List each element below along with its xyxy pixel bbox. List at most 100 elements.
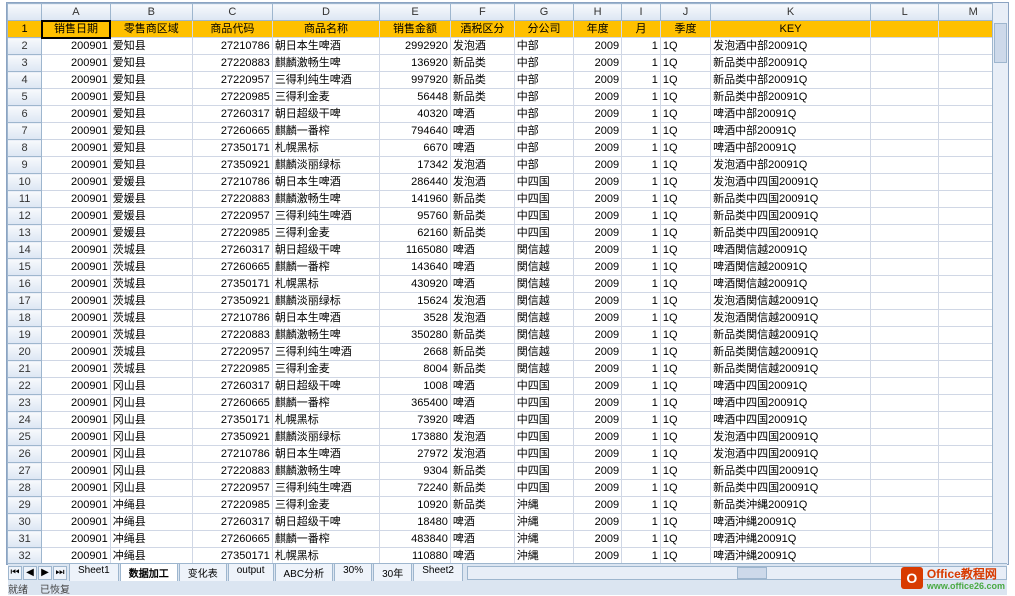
cell[interactable]: 冈山县 [110, 412, 192, 429]
cell[interactable]: 中部 [514, 55, 573, 72]
cell[interactable]: 朝日超级干啤 [272, 106, 379, 123]
cell[interactable]: 发泡酒中四国20091Q [711, 446, 871, 463]
sheet-tab[interactable]: 变化表 [179, 564, 227, 582]
col-header-J[interactable]: J [660, 4, 710, 21]
cell[interactable]: 麒麟一番榨 [272, 123, 379, 140]
cell[interactable] [870, 327, 938, 344]
cell[interactable]: 麒麟激畅生啤 [272, 55, 379, 72]
cell[interactable]: 1Q [660, 361, 710, 378]
header-cell-G[interactable]: 分公司 [514, 21, 573, 38]
cell[interactable]: 27210786 [192, 174, 272, 191]
cell[interactable]: 三得利纯生啤酒 [272, 480, 379, 497]
cell[interactable]: 27260317 [192, 106, 272, 123]
cell[interactable]: 中四国 [514, 395, 573, 412]
cell[interactable]: 27220883 [192, 463, 272, 480]
cell[interactable] [870, 140, 938, 157]
cell[interactable]: 新品类 [450, 344, 514, 361]
cell[interactable]: 27260665 [192, 123, 272, 140]
cell[interactable]: 56448 [380, 89, 451, 106]
row-header[interactable]: 8 [8, 140, 42, 157]
cell[interactable]: 茨城县 [110, 344, 192, 361]
cell[interactable]: 15624 [380, 293, 451, 310]
cell[interactable]: 27350171 [192, 276, 272, 293]
cell[interactable]: 茨城县 [110, 310, 192, 327]
header-cell-C[interactable]: 商品代码 [192, 21, 272, 38]
cell[interactable]: 1Q [660, 106, 710, 123]
cell[interactable]: 関信越 [514, 361, 573, 378]
cell[interactable]: 啤酒 [450, 259, 514, 276]
cell[interactable]: 三得利纯生啤酒 [272, 208, 379, 225]
cell[interactable]: 中四国 [514, 378, 573, 395]
cell[interactable]: 200901 [42, 242, 110, 259]
cell[interactable]: 发泡酒 [450, 174, 514, 191]
cell[interactable]: 中四国 [514, 446, 573, 463]
header-cell-A[interactable]: 销售日期 [42, 21, 110, 38]
cell[interactable]: 札幌黑标 [272, 548, 379, 565]
cell[interactable]: 141960 [380, 191, 451, 208]
cell[interactable]: 三得利纯生啤酒 [272, 344, 379, 361]
cell[interactable]: 200901 [42, 463, 110, 480]
cell[interactable]: 1Q [660, 395, 710, 412]
cell[interactable]: 1 [622, 123, 661, 140]
row-header[interactable]: 28 [8, 480, 42, 497]
cell[interactable]: 新品类中四国20091Q [711, 463, 871, 480]
cell[interactable]: 发泡酒中四国20091Q [711, 174, 871, 191]
cell[interactable]: 茨城县 [110, 361, 192, 378]
cell[interactable]: 200901 [42, 191, 110, 208]
col-header-G[interactable]: G [514, 4, 573, 21]
cell[interactable]: 350280 [380, 327, 451, 344]
cell[interactable]: 2992920 [380, 38, 451, 55]
cell[interactable]: 27350921 [192, 157, 272, 174]
cell[interactable] [870, 293, 938, 310]
cell[interactable]: 2009 [574, 344, 622, 361]
cell[interactable]: 200901 [42, 55, 110, 72]
cell[interactable]: 200901 [42, 140, 110, 157]
cell[interactable]: 200901 [42, 310, 110, 327]
cell[interactable]: 1Q [660, 429, 710, 446]
cell[interactable]: 1Q [660, 191, 710, 208]
cell[interactable]: 200901 [42, 480, 110, 497]
cell[interactable]: 中部 [514, 89, 573, 106]
row-header[interactable]: 7 [8, 123, 42, 140]
cell[interactable]: 啤酒中部20091Q [711, 123, 871, 140]
cell[interactable]: 2009 [574, 497, 622, 514]
cell[interactable]: 沖縄 [514, 531, 573, 548]
cell[interactable]: 27220957 [192, 72, 272, 89]
cell[interactable]: 2668 [380, 344, 451, 361]
cell[interactable] [870, 463, 938, 480]
col-header-C[interactable]: C [192, 4, 272, 21]
cell[interactable]: 中部 [514, 123, 573, 140]
cell[interactable]: 茨城县 [110, 327, 192, 344]
cell[interactable]: 794640 [380, 123, 451, 140]
cell[interactable]: 10920 [380, 497, 451, 514]
cell[interactable]: 200901 [42, 327, 110, 344]
row-header[interactable]: 24 [8, 412, 42, 429]
cell[interactable]: 2009 [574, 89, 622, 106]
cell[interactable] [870, 548, 938, 565]
cell[interactable]: 爱知县 [110, 123, 192, 140]
cell[interactable]: 1 [622, 497, 661, 514]
row-header[interactable]: 1 [8, 21, 42, 38]
cell[interactable]: 新品类 [450, 480, 514, 497]
vertical-scrollbar[interactable] [992, 3, 1008, 564]
cell[interactable]: 发泡酒 [450, 310, 514, 327]
cell[interactable]: 2009 [574, 293, 622, 310]
cell[interactable]: 2009 [574, 55, 622, 72]
header-cell-H[interactable]: 年度 [574, 21, 622, 38]
cell[interactable]: 冈山县 [110, 463, 192, 480]
cell[interactable] [870, 89, 938, 106]
header-cell-E[interactable]: 销售金额 [380, 21, 451, 38]
cell[interactable]: 发泡酒 [450, 446, 514, 463]
cell[interactable]: 爱知县 [110, 140, 192, 157]
cell[interactable]: 27220985 [192, 89, 272, 106]
cell[interactable]: 1 [622, 55, 661, 72]
cell[interactable]: 365400 [380, 395, 451, 412]
row-header[interactable]: 16 [8, 276, 42, 293]
cell[interactable]: 发泡酒 [450, 157, 514, 174]
cell[interactable]: 1 [622, 429, 661, 446]
cell[interactable]: 茨城县 [110, 293, 192, 310]
cell[interactable]: 爱知县 [110, 157, 192, 174]
cell[interactable]: 中部 [514, 38, 573, 55]
cell[interactable]: 新品类 [450, 463, 514, 480]
cell[interactable]: 2009 [574, 531, 622, 548]
